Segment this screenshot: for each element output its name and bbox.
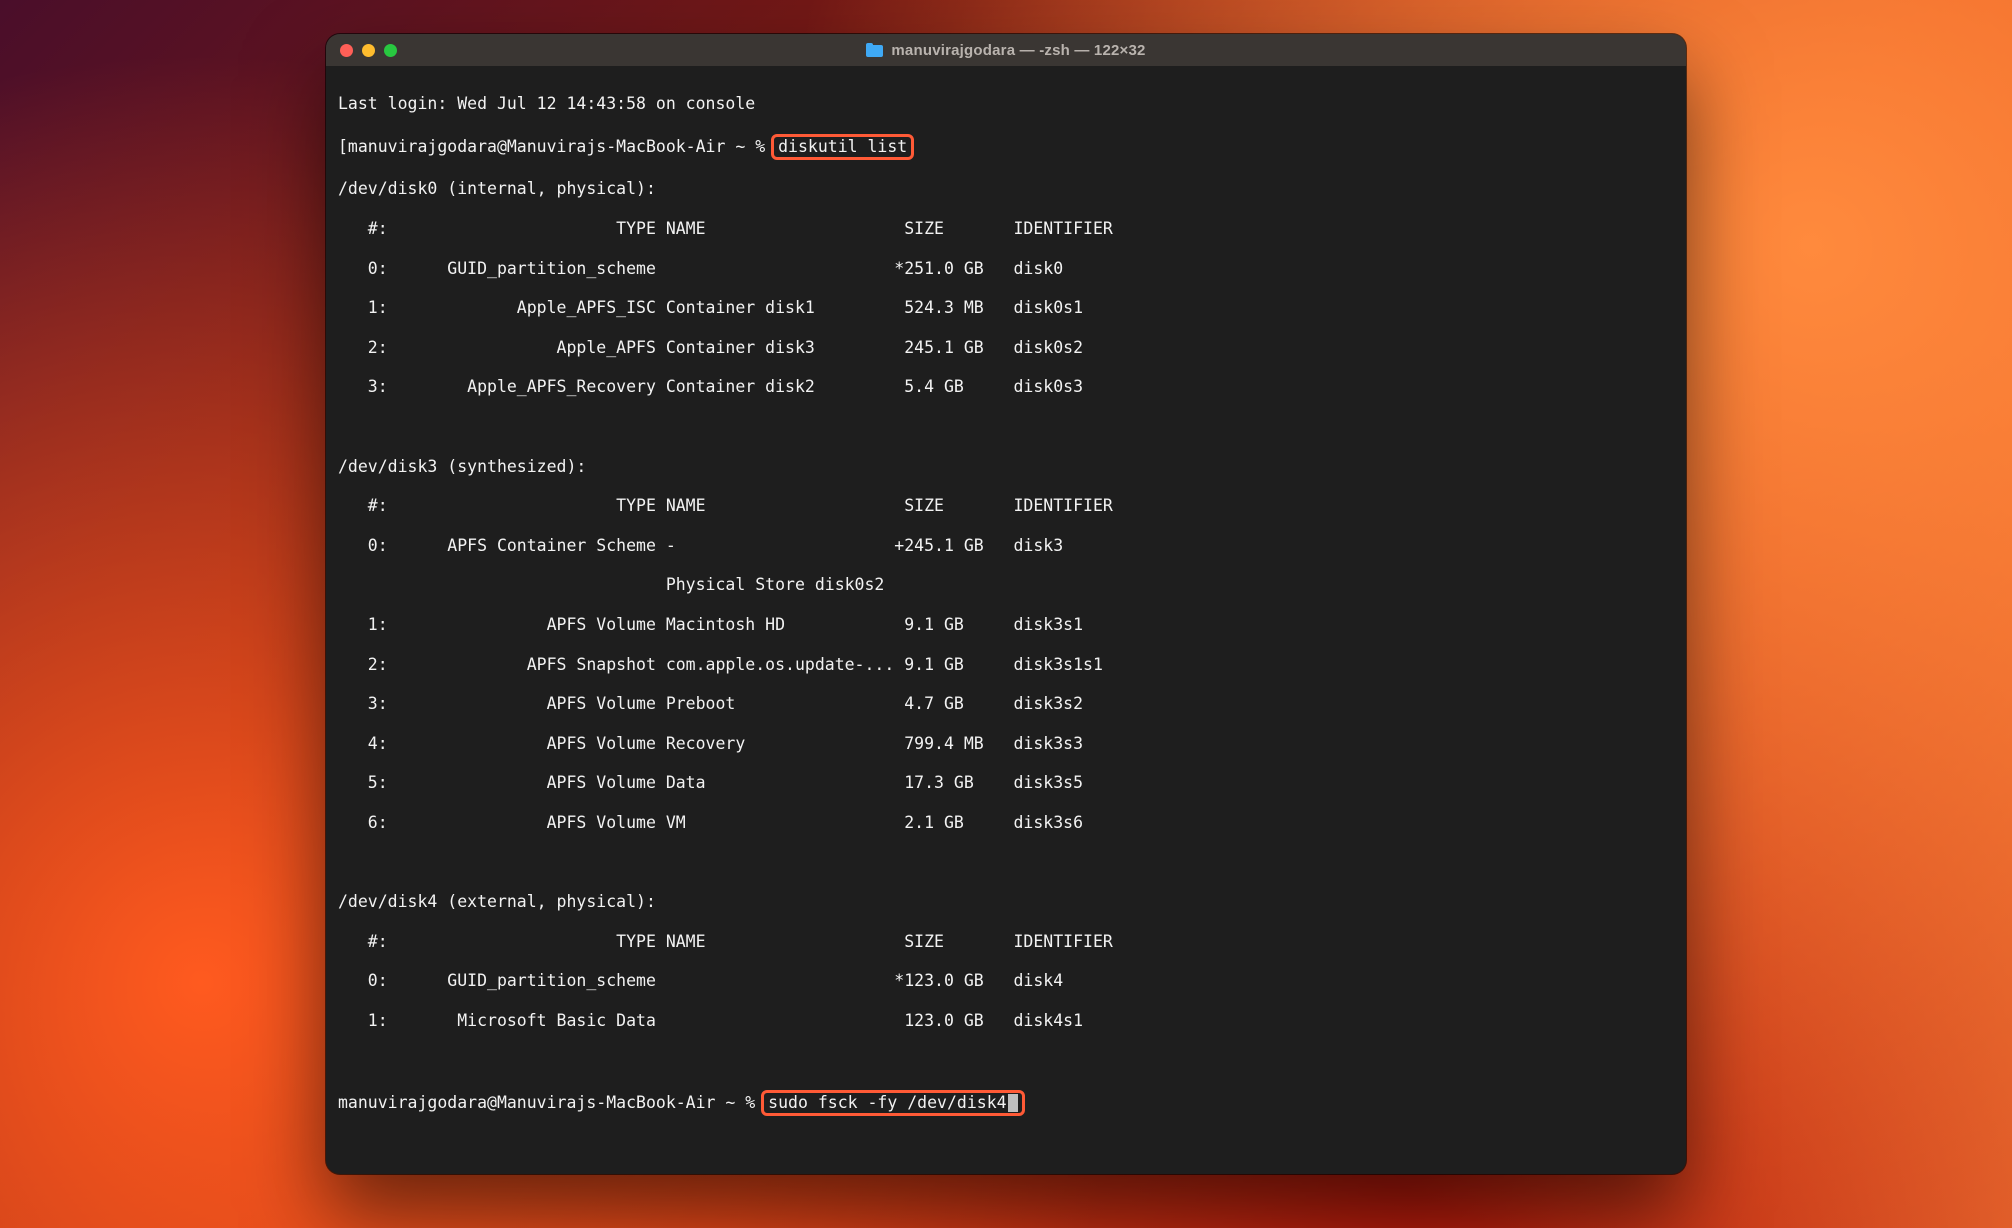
blank-line	[338, 853, 1674, 873]
folder-icon	[866, 43, 883, 57]
table-row: 0: GUID_partition_scheme *123.0 GB disk4	[338, 971, 1674, 991]
terminal-window: manuvirajgodara — -zsh — 122×32 Last log…	[326, 34, 1686, 1173]
table-row: 3: APFS Volume Preboot 4.7 GB disk3s2	[338, 694, 1674, 714]
prompt-1-command: diskutil list	[778, 137, 907, 156]
prompt-line-2: manuvirajgodara@Manuvirajs-MacBook-Air ~…	[338, 1090, 1674, 1116]
blank-line	[338, 1051, 1674, 1071]
highlight-diskutil: diskutil list	[771, 134, 914, 160]
disk4-header: /dev/disk4 (external, physical):	[338, 892, 1674, 912]
table-row: 1: Apple_APFS_ISC Container disk1 524.3 …	[338, 298, 1674, 318]
table-row: 2: APFS Snapshot com.apple.os.update-...…	[338, 655, 1674, 675]
window-title: manuvirajgodara — -zsh — 122×32	[326, 42, 1686, 59]
highlight-fsck: sudo fsck -fy /dev/disk4	[761, 1090, 1024, 1116]
prompt-2-prefix: manuvirajgodara@Manuvirajs-MacBook-Air ~…	[338, 1093, 765, 1112]
table-row: 0: GUID_partition_scheme *251.0 GB disk0	[338, 259, 1674, 279]
blank-line	[338, 417, 1674, 437]
last-login-line: Last login: Wed Jul 12 14:43:58 on conso…	[338, 94, 1674, 114]
table-row: 2: Apple_APFS Container disk3 245.1 GB d…	[338, 338, 1674, 358]
close-icon[interactable]	[340, 44, 353, 57]
table-row: 5: APFS Volume Data 17.3 GB disk3s5	[338, 773, 1674, 793]
zoom-icon[interactable]	[384, 44, 397, 57]
disk0-header: /dev/disk0 (internal, physical):	[338, 179, 1674, 199]
cursor-icon	[1008, 1094, 1018, 1112]
disk4-columns: #: TYPE NAME SIZE IDENTIFIER	[338, 932, 1674, 952]
disk0-columns: #: TYPE NAME SIZE IDENTIFIER	[338, 219, 1674, 239]
traffic-lights	[340, 44, 397, 57]
table-row: 3: Apple_APFS_Recovery Container disk2 5…	[338, 377, 1674, 397]
prompt-2-command: sudo fsck -fy /dev/disk4	[768, 1093, 1006, 1112]
window-title-text: manuvirajgodara — -zsh — 122×32	[891, 42, 1145, 59]
table-row: Physical Store disk0s2	[338, 575, 1674, 595]
titlebar: manuvirajgodara — -zsh — 122×32	[326, 34, 1686, 66]
minimize-icon[interactable]	[362, 44, 375, 57]
table-row: 1: Microsoft Basic Data 123.0 GB disk4s1	[338, 1011, 1674, 1031]
terminal-body[interactable]: Last login: Wed Jul 12 14:43:58 on conso…	[326, 66, 1686, 1173]
prompt-1-prefix: [manuvirajgodara@Manuvirajs-MacBook-Air …	[338, 137, 775, 156]
table-row: 4: APFS Volume Recovery 799.4 MB disk3s3	[338, 734, 1674, 754]
disk3-columns: #: TYPE NAME SIZE IDENTIFIER	[338, 496, 1674, 516]
disk3-header: /dev/disk3 (synthesized):	[338, 457, 1674, 477]
table-row: 0: APFS Container Scheme - +245.1 GB dis…	[338, 536, 1674, 556]
table-row: 1: APFS Volume Macintosh HD 9.1 GB disk3…	[338, 615, 1674, 635]
prompt-line-1: [manuvirajgodara@Manuvirajs-MacBook-Air …	[338, 134, 1674, 160]
table-row: 6: APFS Volume VM 2.1 GB disk3s6	[338, 813, 1674, 833]
